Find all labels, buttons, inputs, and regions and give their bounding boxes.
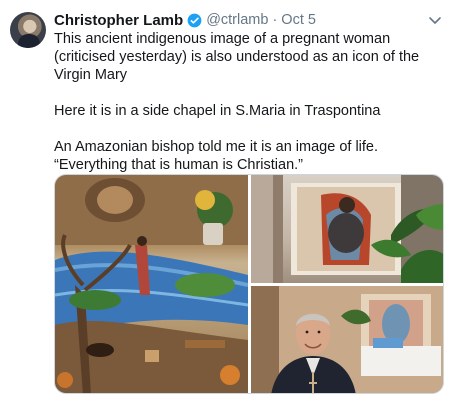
photo-icon-painting[interactable] [251, 175, 443, 283]
bishop-illustration [251, 286, 443, 393]
tweet-paragraph: This ancient indigenous image of a pregn… [54, 31, 420, 83]
tweet[interactable]: Christopher Lamb @ctrlamb · Oct 5 This a… [0, 0, 453, 405]
author-name[interactable]: Christopher Lamb [54, 12, 183, 29]
tweet-paragraph: Here it is in a side chapel in S.Maria i… [54, 103, 381, 119]
painting-illustration [251, 175, 443, 283]
tweet-paragraph: An Amazonian bishop told me it is an ima… [54, 139, 379, 173]
photo-bishop[interactable] [251, 286, 443, 393]
avatar-figure [18, 34, 40, 48]
separator-dot: · [272, 12, 278, 28]
verified-badge-icon [187, 13, 202, 27]
photo-mural[interactable] [55, 175, 248, 393]
avatar[interactable] [10, 12, 46, 48]
author-handle[interactable]: @ctrlamb [206, 12, 268, 28]
tweet-text: This ancient indigenous image of a pregn… [54, 30, 449, 174]
tweet-header: Christopher Lamb @ctrlamb · Oct 5 [54, 10, 444, 30]
tweet-date[interactable]: Oct 5 [281, 12, 316, 28]
media-grid [54, 174, 444, 394]
mural-illustration [55, 175, 248, 393]
chevron-down-icon[interactable] [427, 12, 443, 28]
